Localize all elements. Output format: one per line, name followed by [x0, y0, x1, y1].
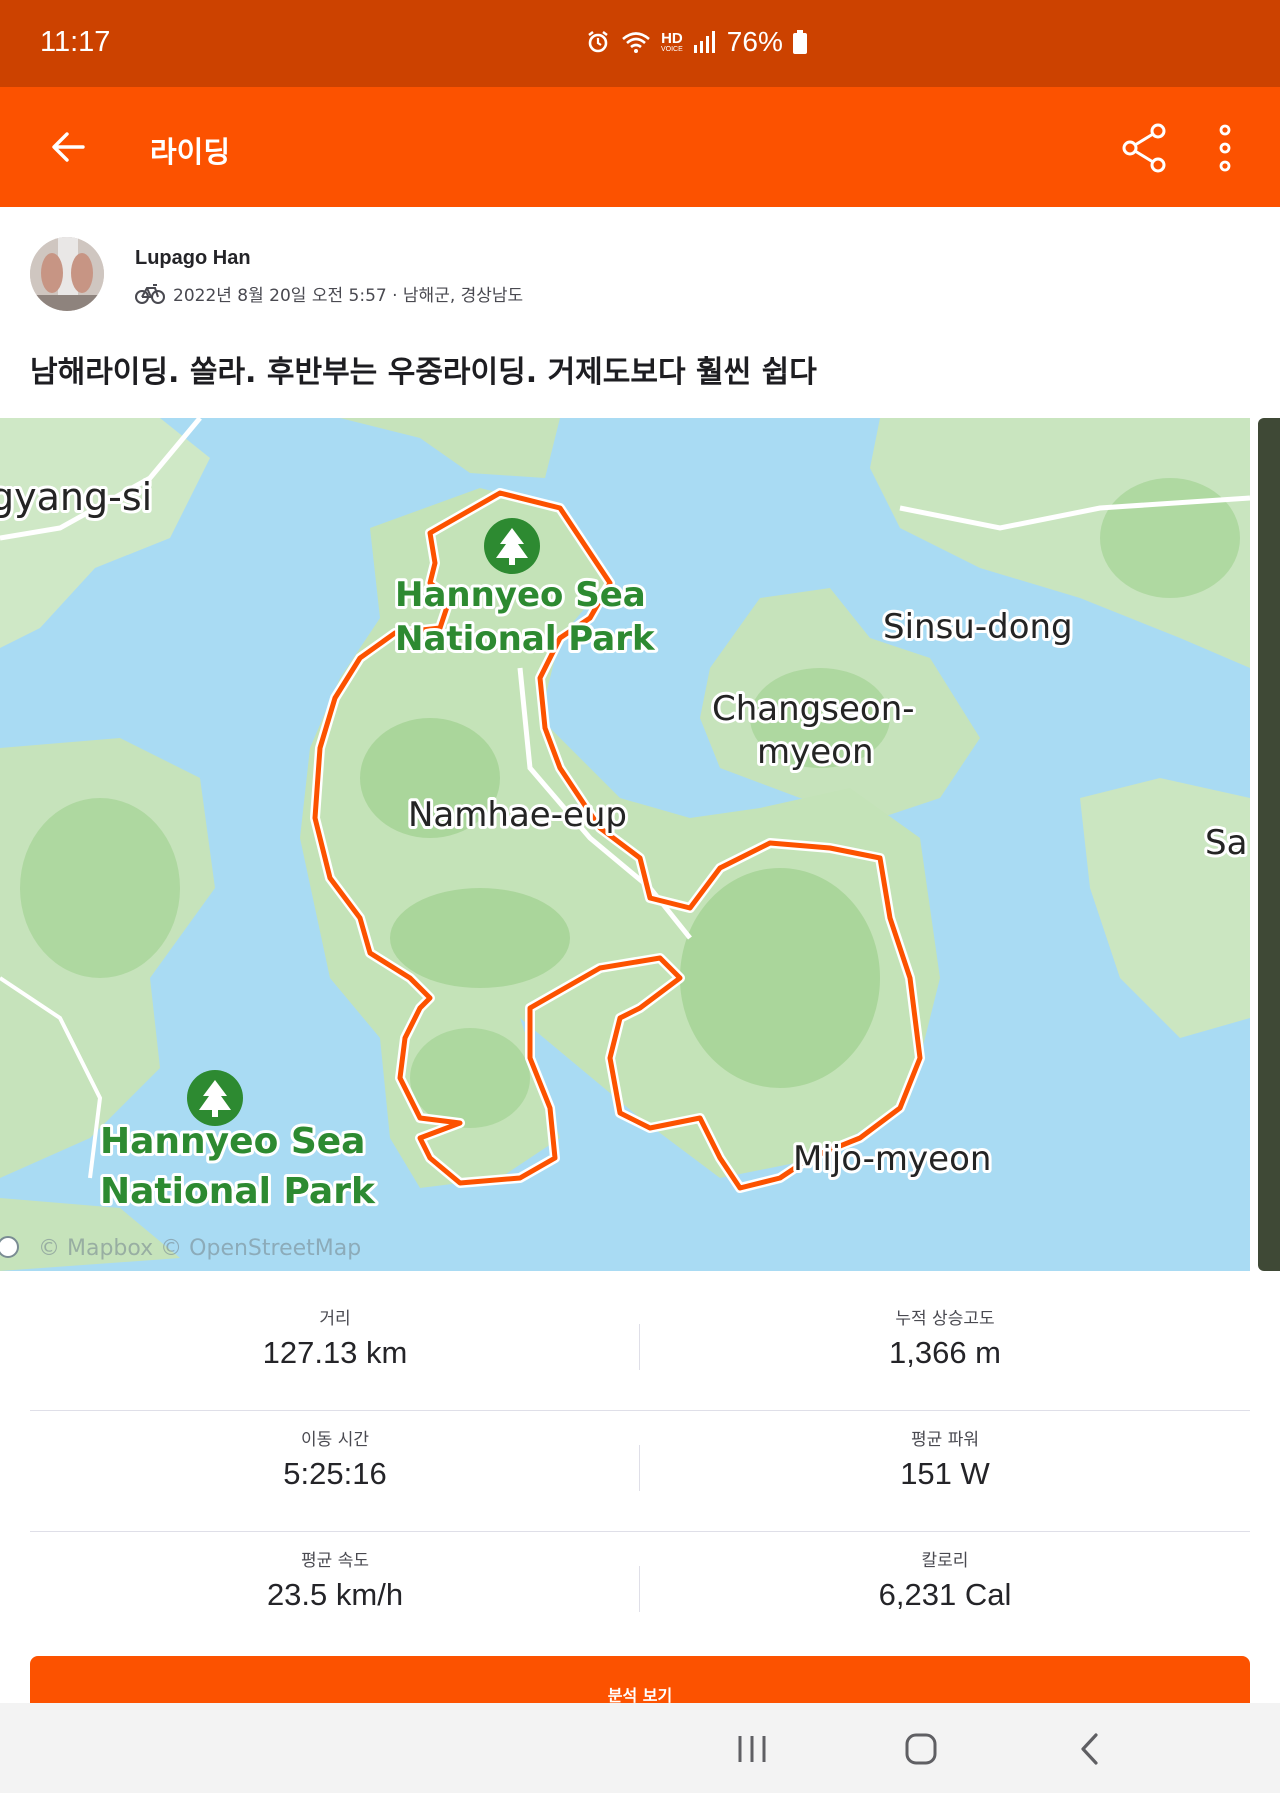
stat-label: 누적 상승고도 [895, 1309, 995, 1329]
map-label-changseon-1: Changseon- [712, 689, 915, 729]
stat-label: 평균 속도 [301, 1551, 369, 1571]
bike-icon [135, 283, 165, 304]
map-attribution: © Mapbox © OpenStreetMap [38, 1236, 361, 1261]
back-button[interactable] [44, 123, 92, 171]
wifi-icon [622, 32, 650, 53]
stat-avg-speed: 평균 속도 23.5 km/h [30, 1546, 640, 1613]
status-bar: 11:17 HD VOICE 76% [0, 0, 1280, 87]
stat-moving-time: 이동 시간 5:25:16 [30, 1425, 640, 1492]
home-icon [905, 1733, 937, 1765]
more-options-button[interactable] [1205, 121, 1245, 175]
stat-value: 1,366 m [888, 1335, 1001, 1370]
home-button[interactable] [896, 1729, 946, 1769]
system-nav-bar [0, 1703, 1280, 1793]
stat-label: 거리 [319, 1309, 351, 1329]
mapbox-logo-icon [0, 1236, 19, 1258]
page-title: 라이딩 [150, 135, 231, 169]
stat-elevation-gain: 누적 상승고도 1,366 m [640, 1304, 1250, 1371]
map-hill [410, 1028, 530, 1128]
stat-value: 5:25:16 [283, 1456, 387, 1491]
map-label-park-top-1: Hannyeo Sea [395, 575, 646, 615]
map-label-sinsu: Sinsu-dong [883, 607, 1073, 647]
share-icon [1122, 123, 1166, 173]
status-time: 11:17 [40, 26, 111, 58]
arrow-left-icon [52, 132, 85, 162]
map-label-mijo: Mijo-myeon [793, 1139, 991, 1179]
stats-row: 이동 시간 5:25:16 평균 파워 151 W [30, 1411, 1250, 1532]
network-label: HD VOICE [661, 31, 683, 53]
stats-row: 평균 속도 23.5 km/h 칼로리 6,231 Cal [30, 1532, 1250, 1653]
map-label-park-bottom-2: National Park [100, 1171, 376, 1212]
activity-date-location: 2022년 8월 20일 오전 5:57 · 남해군, 경상남도 [173, 286, 524, 306]
app-bar: 라이딩 [0, 87, 1280, 207]
map-hill [1100, 478, 1240, 598]
map-label-gwangyang: gyang-si [0, 475, 152, 519]
battery-percent: 76% [726, 26, 783, 57]
status-icons: HD VOICE 76% [585, 26, 807, 58]
recent-apps-icon [738, 1736, 766, 1762]
map-hill [680, 868, 880, 1088]
battery-icon [792, 30, 807, 54]
stat-label: 이동 시간 [301, 1430, 369, 1450]
recent-apps-button[interactable] [727, 1729, 777, 1769]
stat-value: 151 W [900, 1456, 990, 1491]
stat-label: 평균 파워 [911, 1430, 979, 1450]
network-hd: HD [661, 30, 683, 47]
map-label-park-top-2: National Park [395, 619, 656, 659]
map-hill [390, 888, 570, 988]
route-map[interactable]: gyang-si Hannyeo Sea National Park Sinsu… [0, 418, 1250, 1271]
stat-value: 127.13 km [262, 1335, 408, 1370]
stat-value: 6,231 Cal [878, 1577, 1012, 1612]
map-label-park-bottom-1: Hannyeo Sea [100, 1121, 365, 1162]
share-button[interactable] [1118, 121, 1172, 175]
map-label-changseon-2: myeon [757, 732, 874, 772]
park-marker-north [484, 518, 540, 574]
more-vertical-icon [1219, 124, 1231, 172]
avatar-image [30, 237, 104, 311]
stats-row: 거리 127.13 km 누적 상승고도 1,366 m [30, 1290, 1250, 1411]
stat-avg-power: 평균 파워 151 W [640, 1425, 1250, 1492]
stat-label: 칼로리 [921, 1551, 969, 1571]
nav-back-button[interactable] [1065, 1729, 1115, 1769]
next-photo-peek[interactable] [1258, 418, 1280, 1271]
stat-distance: 거리 127.13 km [30, 1304, 640, 1371]
activity-header: Lupago Han 2022년 8월 20일 오전 5:57 · 남해군, 경… [0, 207, 1280, 417]
map-label-sa: Sa [1205, 823, 1247, 863]
activity-meta: 2022년 8월 20일 오전 5:57 · 남해군, 경상남도 [135, 281, 523, 306]
stats-grid: 거리 127.13 km 누적 상승고도 1,366 m 이동 시간 5:25:… [30, 1290, 1250, 1653]
network-voice: VOICE [661, 46, 683, 53]
avatar[interactable] [30, 237, 104, 311]
alarm-icon [588, 31, 608, 53]
map-label-namhae: Namhae-eup [408, 795, 627, 835]
nav-back-icon [1081, 1733, 1098, 1765]
map-hill [20, 798, 180, 978]
stat-value: 23.5 km/h [266, 1577, 404, 1612]
stat-calories: 칼로리 6,231 Cal [640, 1546, 1250, 1613]
park-marker-south [187, 1070, 243, 1126]
signal-icon [693, 31, 715, 53]
activity-title: 남해라이딩. 쏠라. 후반부는 우중라이딩. 거제도보다 훨씬 쉽다 [30, 355, 817, 390]
athlete-name[interactable]: Lupago Han [135, 247, 251, 270]
map-canvas: gyang-si Hannyeo Sea National Park Sinsu… [0, 418, 1250, 1271]
